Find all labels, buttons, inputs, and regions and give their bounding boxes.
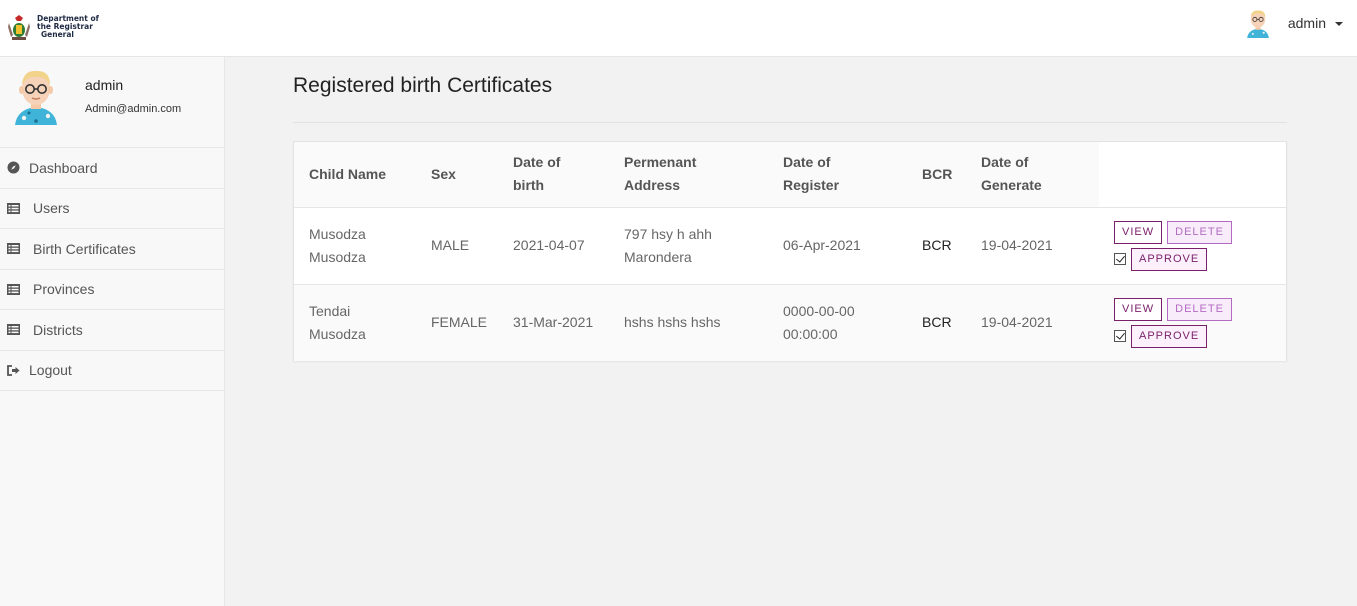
divider bbox=[293, 122, 1287, 123]
sidebar-profile: admin Admin@admin.com bbox=[0, 57, 224, 148]
cell-address: hshs hshs hshs bbox=[609, 283, 768, 361]
cell-actions: VIEW DELETE APPROVE bbox=[1099, 283, 1286, 361]
cell-date-of-register: 0000-00-00 00:00:00 bbox=[768, 283, 907, 361]
sidebar-item-provinces[interactable]: Provinces bbox=[0, 270, 224, 310]
sidebar-item-dashboard[interactable]: Dashboard bbox=[0, 148, 224, 189]
cell-date-of-birth: 2021-04-07 bbox=[498, 206, 609, 284]
header-username: admin bbox=[1287, 15, 1326, 31]
profile-name: admin bbox=[85, 77, 124, 93]
approve-checkbox[interactable] bbox=[1114, 253, 1126, 265]
delete-button[interactable]: DELETE bbox=[1167, 297, 1232, 321]
list-icon bbox=[7, 202, 20, 214]
table-row: Musodza Musodza MALE 2021-04-07 797 hsy h… bbox=[294, 206, 1286, 284]
cell-bcr: BCR bbox=[907, 206, 966, 284]
delete-button[interactable]: DELETE bbox=[1167, 220, 1232, 244]
approve-checkbox[interactable] bbox=[1114, 330, 1126, 343]
list-icon bbox=[7, 283, 20, 295]
cell-date-of-birth: 31-Mar-2021 bbox=[498, 283, 609, 361]
sidebar-item-label: Logout bbox=[29, 362, 72, 379]
column-header-address: Permenant Address bbox=[609, 142, 768, 207]
column-header-child-name: Child Name bbox=[294, 142, 416, 207]
cell-address: 797 hsy h ahh Marondera bbox=[609, 206, 768, 284]
cell-date-of-generate: 19-04-2021 bbox=[966, 206, 1099, 284]
sidebar: admin Admin@admin.com Dashboard Users Bi… bbox=[0, 57, 225, 606]
certificates-table-card: Child Name Sex Date of birth Permenant Add… bbox=[293, 141, 1287, 361]
profile-email: Admin@admin.com bbox=[85, 103, 182, 115]
sidebar-item-label: Districts bbox=[33, 321, 83, 338]
sign-out-icon bbox=[7, 364, 20, 376]
sidebar-item-users[interactable]: Users bbox=[0, 189, 224, 229]
cell-date-of-register: 06-Apr-2021 bbox=[768, 206, 907, 284]
cell-child-name: Musodza Musodza bbox=[294, 206, 416, 284]
page-title: Registered birth Certificates bbox=[293, 74, 553, 97]
table-header-row: Child Name Sex Date of birth Permenant Add… bbox=[294, 142, 1286, 207]
sidebar-item-label: Dashboard bbox=[29, 159, 98, 176]
top-bar: Department of the Registrar General admi… bbox=[0, 0, 1357, 57]
view-button[interactable]: VIEW bbox=[1114, 220, 1163, 244]
sidebar-item-districts[interactable]: Districts bbox=[0, 310, 224, 351]
column-header-sex: Sex bbox=[416, 142, 498, 207]
column-header-bcr: BCR bbox=[907, 142, 966, 207]
logo-text: Department of the Registrar General bbox=[37, 14, 99, 39]
cell-bcr: BCR bbox=[907, 283, 966, 361]
list-icon bbox=[7, 324, 20, 336]
cell-sex: MALE bbox=[416, 206, 498, 284]
sidebar-item-label: Provinces bbox=[33, 281, 95, 298]
certificates-table: Child Name Sex Date of birth Permenant Add… bbox=[294, 142, 1286, 361]
logo[interactable]: Department of the Registrar General bbox=[6, 13, 107, 41]
user-menu-dropdown[interactable]: admin bbox=[1244, 8, 1343, 38]
sidebar-item-birth-certificates[interactable]: Birth Certificates bbox=[0, 229, 224, 270]
cell-child-name: Tendai Musodza bbox=[294, 283, 416, 361]
view-button[interactable]: VIEW bbox=[1114, 297, 1163, 321]
list-icon bbox=[7, 243, 20, 255]
sidebar-item-label: Birth Certificates bbox=[33, 240, 136, 257]
column-header-date-of-register: Date of Register bbox=[768, 142, 907, 207]
sidebar-item-label: Users bbox=[33, 200, 70, 217]
caret-down-icon bbox=[1335, 22, 1343, 26]
table-row: Tendai Musodza FEMALE 31-Mar-2021 hshs hs… bbox=[294, 283, 1286, 361]
cell-sex: FEMALE bbox=[416, 283, 498, 361]
sidebar-item-logout[interactable]: Logout bbox=[0, 351, 224, 391]
avatar bbox=[1244, 8, 1272, 38]
compass-icon bbox=[7, 161, 20, 174]
avatar bbox=[9, 67, 63, 125]
cell-actions: VIEW DELETE APPROVE bbox=[1099, 206, 1286, 284]
cell-date-of-generate: 19-04-2021 bbox=[966, 283, 1099, 361]
approve-button[interactable]: APPROVE bbox=[1131, 247, 1208, 271]
column-header-date-of-birth: Date of birth bbox=[498, 142, 609, 207]
column-header-actions bbox=[1099, 142, 1286, 207]
approve-button[interactable]: APPROVE bbox=[1131, 324, 1208, 348]
coat-of-arms-icon bbox=[6, 13, 32, 41]
column-header-date-of-generate: Date of Generate bbox=[966, 142, 1099, 207]
